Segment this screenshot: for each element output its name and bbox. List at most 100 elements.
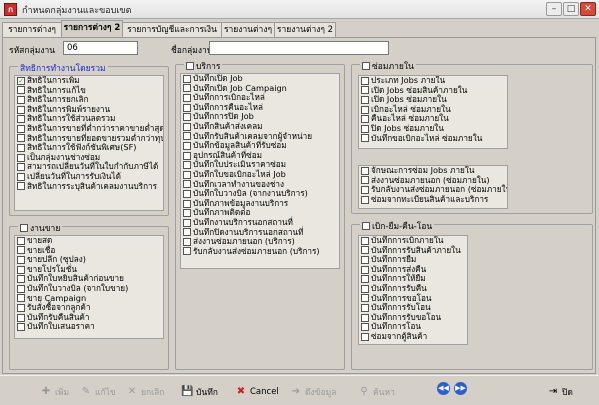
rights-checkbox[interactable] bbox=[17, 172, 25, 181]
sales-checkbox[interactable] bbox=[17, 284, 25, 293]
internal-repair-checkbox[interactable] bbox=[361, 185, 369, 194]
withdraw-checkbox[interactable] bbox=[361, 255, 369, 264]
sales-checkbox[interactable] bbox=[17, 255, 25, 264]
rights-item[interactable]: สิทธิในการระบุสินค้าเคลมงานบริการ bbox=[15, 180, 163, 192]
internal-repair-checkbox[interactable] bbox=[361, 176, 369, 185]
internal-repair-checkbox[interactable] bbox=[361, 124, 369, 133]
window-title: กำหนดกลุ่มงานและขอบเขต bbox=[22, 6, 132, 16]
rights-checkbox[interactable] bbox=[17, 115, 25, 124]
group-code-input[interactable]: 06 bbox=[63, 41, 138, 55]
internal-repair-group-checkbox[interactable] bbox=[362, 62, 370, 70]
next-record-icon[interactable]: ▶▶ bbox=[454, 382, 467, 395]
save-button[interactable]: 💾 บันทึก bbox=[181, 384, 218, 400]
internal-repair-checkbox[interactable] bbox=[361, 76, 369, 85]
rights-checkbox[interactable] bbox=[17, 124, 25, 133]
internal-repair-checkbox[interactable] bbox=[361, 105, 369, 114]
rights-checkbox[interactable] bbox=[17, 86, 25, 95]
search-label: ค้นหา bbox=[373, 388, 395, 398]
tab-accounting[interactable]: รายการบัญชีและการเงิน bbox=[122, 22, 222, 37]
rights-checkbox[interactable] bbox=[17, 163, 25, 172]
internal-repair-checkbox[interactable] bbox=[361, 95, 369, 104]
sales-checkbox[interactable] bbox=[17, 246, 25, 255]
sales-title: งานขาย bbox=[30, 224, 61, 234]
withdraw-checkbox[interactable] bbox=[361, 275, 369, 284]
rights-checkbox[interactable] bbox=[17, 134, 25, 143]
minimize-button[interactable]: – bbox=[546, 2, 562, 16]
service-checkbox[interactable] bbox=[183, 228, 191, 237]
fetch-button[interactable]: ➔ ดึงข้อมูล bbox=[290, 384, 337, 400]
internal-repair-item[interactable]: ซ่อมจากทะเบียนสินค้าและบริการ bbox=[359, 194, 507, 205]
withdraw-list: บันทึกการเบิกภายใน บันทึกการรับสินค้าภายใ… bbox=[358, 235, 468, 345]
withdraw-checkbox[interactable] bbox=[361, 313, 369, 322]
service-checkbox[interactable] bbox=[183, 132, 191, 141]
service-checkbox[interactable] bbox=[183, 151, 191, 160]
internal-repair-checkbox[interactable] bbox=[361, 134, 369, 143]
internal-repair-checkbox[interactable] bbox=[361, 166, 369, 175]
service-checkbox[interactable] bbox=[183, 170, 191, 179]
withdraw-item[interactable]: ซ่อมจากตู้สินค้า bbox=[359, 331, 467, 342]
sales-checkbox[interactable] bbox=[17, 303, 25, 312]
service-checkbox[interactable] bbox=[183, 74, 191, 83]
add-button[interactable]: ✚ เพิ่ม bbox=[40, 384, 69, 400]
service-checkbox[interactable] bbox=[183, 122, 191, 131]
withdraw-checkbox[interactable] bbox=[361, 236, 369, 245]
rights-checkbox[interactable] bbox=[17, 143, 25, 152]
rights-label: สิทธิในการระบุสินค้าเคลมงานบริการ bbox=[27, 180, 158, 191]
cancel-doc-button[interactable]: ✕ ยกเลิก bbox=[126, 384, 165, 400]
rights-checkbox[interactable]: ✓ bbox=[17, 76, 25, 85]
service-checkbox[interactable] bbox=[183, 103, 191, 112]
edit-button[interactable]: ✎ แก้ไข bbox=[80, 384, 116, 400]
service-checkbox[interactable] bbox=[183, 209, 191, 218]
service-label: รับกลับงานส่งซ่อมภายนอก (บริการ) bbox=[193, 245, 320, 256]
service-checkbox[interactable] bbox=[183, 84, 191, 93]
sales-checkbox[interactable] bbox=[17, 265, 25, 274]
service-checkbox[interactable] bbox=[183, 93, 191, 102]
cancel-button[interactable]: ✖ Cancel bbox=[235, 384, 279, 400]
withdraw-checkbox[interactable] bbox=[361, 284, 369, 293]
rights-checkbox[interactable] bbox=[17, 182, 25, 191]
internal-repair-checkbox[interactable] bbox=[361, 195, 369, 204]
internal-repair-checkbox[interactable] bbox=[361, 115, 369, 124]
previous-record-icon[interactable]: ◀◀ bbox=[437, 382, 450, 395]
service-checkbox[interactable] bbox=[183, 247, 191, 256]
withdraw-checkbox[interactable] bbox=[361, 332, 369, 341]
service-checkbox[interactable] bbox=[183, 141, 191, 150]
internal-repair-checkbox[interactable] bbox=[361, 86, 369, 95]
tab-reports[interactable]: รายงานต่างๆ bbox=[221, 22, 275, 37]
service-item[interactable]: รับกลับงานส่งซ่อมภายนอก (บริการ) bbox=[181, 245, 339, 257]
withdraw-group-checkbox[interactable] bbox=[362, 222, 370, 230]
sales-item[interactable]: บันทึกใบเสนอราคา bbox=[15, 322, 163, 332]
cross-icon: ✕ bbox=[127, 386, 137, 397]
search-button[interactable]: ⚲ ค้นหา bbox=[358, 384, 395, 400]
sales-checkbox[interactable] bbox=[17, 275, 25, 284]
service-checkbox[interactable] bbox=[183, 199, 191, 208]
tab-items-2[interactable]: รายการต่างๆ 2 bbox=[61, 20, 123, 38]
service-checkbox[interactable] bbox=[183, 218, 191, 227]
withdraw-checkbox[interactable] bbox=[361, 323, 369, 332]
tab-items[interactable]: รายการต่างๆ bbox=[2, 22, 62, 37]
withdraw-checkbox[interactable] bbox=[361, 294, 369, 303]
withdraw-checkbox[interactable] bbox=[361, 246, 369, 255]
sales-group-checkbox[interactable] bbox=[20, 224, 28, 232]
rights-checkbox[interactable] bbox=[17, 95, 25, 104]
sales-checkbox[interactable] bbox=[17, 294, 25, 303]
service-checkbox[interactable] bbox=[183, 113, 191, 122]
internal-repair-item[interactable]: บันทึกขอเบิกอะไหล่ ซ่อมภายใน bbox=[359, 133, 507, 144]
withdraw-checkbox[interactable] bbox=[361, 265, 369, 274]
sales-checkbox[interactable] bbox=[17, 323, 25, 332]
service-checkbox[interactable] bbox=[183, 189, 191, 198]
close-button[interactable]: ⇥ ปิด bbox=[547, 384, 573, 400]
maximize-button[interactable]: □ bbox=[563, 2, 579, 16]
service-checkbox[interactable] bbox=[183, 180, 191, 189]
service-checkbox[interactable] bbox=[183, 161, 191, 170]
tab-reports-2[interactable]: รายงานต่างๆ 2 bbox=[274, 22, 336, 37]
group-name-input[interactable] bbox=[209, 41, 389, 55]
rights-checkbox[interactable] bbox=[17, 153, 25, 162]
sales-checkbox[interactable] bbox=[17, 313, 25, 322]
service-group-checkbox[interactable] bbox=[186, 62, 194, 70]
sales-checkbox[interactable] bbox=[17, 236, 25, 245]
rights-checkbox[interactable] bbox=[17, 105, 25, 114]
withdraw-checkbox[interactable] bbox=[361, 303, 369, 312]
close-window-button[interactable]: ✕ bbox=[580, 2, 596, 16]
service-checkbox[interactable] bbox=[183, 237, 191, 246]
